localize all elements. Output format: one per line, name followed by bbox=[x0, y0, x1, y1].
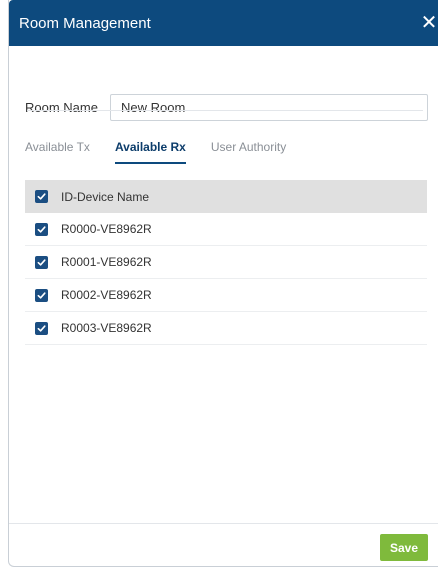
row-checkbox[interactable] bbox=[35, 288, 48, 302]
device-name: R0001-VE8962R bbox=[61, 255, 152, 269]
check-icon bbox=[37, 258, 46, 266]
row-checkbox[interactable] bbox=[35, 255, 48, 269]
footer-divider bbox=[9, 523, 438, 524]
check-icon bbox=[37, 193, 46, 200]
dialog-header: Room Management ✕ bbox=[9, 0, 438, 46]
row-checkbox[interactable] bbox=[35, 321, 48, 335]
tab-user-authority[interactable]: User Authority bbox=[211, 140, 286, 164]
table-row: R0003-VE8962R bbox=[25, 312, 427, 345]
device-table: ID-Device Name R0000-VE8962R R0001-VE896… bbox=[25, 180, 427, 345]
room-management-dialog: Room Management ✕ Room Name Available Tx… bbox=[8, 0, 438, 567]
tab-available-tx[interactable]: Available Tx bbox=[25, 140, 90, 164]
check-icon bbox=[37, 225, 46, 233]
table-header-row: ID-Device Name bbox=[25, 180, 427, 213]
room-name-label: Room Name bbox=[25, 100, 98, 115]
check-icon bbox=[37, 291, 46, 299]
table-row: R0001-VE8962R bbox=[25, 246, 427, 279]
row-checkbox[interactable] bbox=[35, 222, 48, 236]
column-header-device-name: ID-Device Name bbox=[61, 189, 150, 204]
table-row: R0000-VE8962R bbox=[25, 213, 427, 246]
device-name: R0002-VE8962R bbox=[61, 288, 152, 302]
room-name-input[interactable] bbox=[110, 94, 428, 121]
dialog-title: Room Management bbox=[19, 14, 151, 32]
tab-available-rx[interactable]: Available Rx bbox=[114, 140, 186, 164]
tab-bar: Available Tx Available Rx User Authority bbox=[25, 140, 311, 164]
select-all-checkbox[interactable] bbox=[35, 190, 48, 203]
table-row: R0002-VE8962R bbox=[25, 279, 427, 312]
save-button[interactable]: Save bbox=[380, 534, 428, 561]
check-icon bbox=[37, 324, 46, 332]
device-name: R0000-VE8962R bbox=[61, 222, 152, 236]
device-name: R0003-VE8962R bbox=[61, 321, 152, 335]
room-name-row: Room Name bbox=[25, 94, 428, 121]
close-icon[interactable]: ✕ bbox=[419, 12, 438, 34]
divider bbox=[27, 110, 423, 111]
